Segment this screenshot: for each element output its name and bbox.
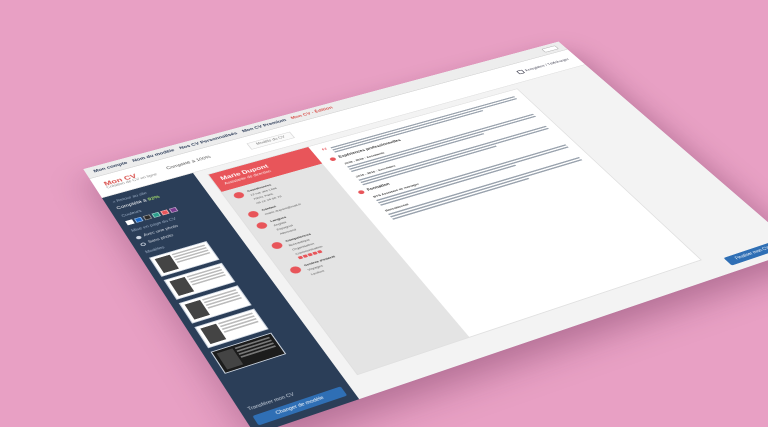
mail-icon [246,210,260,219]
radio-with-photo[interactable] [135,235,142,239]
color-swatch[interactable] [151,212,161,218]
thumbnail-text-lines [172,245,214,268]
user-icon [232,191,246,199]
thumbnail-text-lines [187,266,230,290]
cv-left-section-text: Compétences Bureautique Organisation Commun… [284,232,326,260]
cv-left-section-text: Coordonnées 12 rue des Lilas 75011 Paris 06… [246,182,284,204]
finish-cv-button[interactable]: Finaliser mon CV [723,241,768,265]
color-swatch[interactable] [160,209,170,215]
thumbnail-text-lines [235,337,280,364]
editor-body: « Retour au site Complété à 92% Couleurs… [102,65,768,427]
color-swatch[interactable] [134,217,144,223]
download-icon [516,70,525,75]
skills-icon [270,241,284,250]
language-icon [255,221,269,230]
radio-without-photo[interactable] [139,242,146,247]
cv-left-section-text: Langues Anglais Espagnol Allemand [269,215,297,235]
progress-label: Complété à 100% [165,155,211,170]
section-icon [357,190,365,195]
app-window: Mon compte Nom du modèle Nos CV Personna… [83,42,768,427]
hobby-icon [288,265,303,274]
cv-left-section-text: Centres d'intérêt Voyages Lecture [303,255,343,276]
thumbnail-text-lines [218,313,263,339]
mockup-stage: Mon compte Nom du modèle Nos CV Personna… [0,0,768,427]
completion-value: 92% [147,195,161,202]
color-swatch[interactable] [169,207,179,213]
color-swatch[interactable] [125,219,135,225]
section-icon [329,157,337,162]
color-swatch[interactable] [143,214,153,220]
help-button[interactable] [541,45,559,52]
thumbnail-text-lines [202,289,246,314]
quote-icon: “ [321,147,332,155]
